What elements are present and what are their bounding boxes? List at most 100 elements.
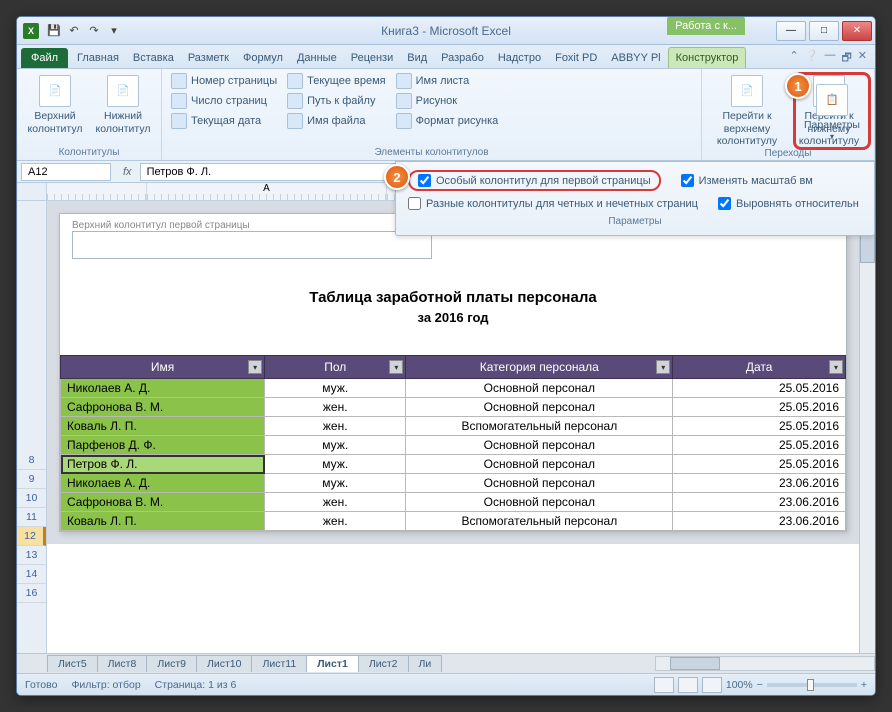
- cell-category[interactable]: Вспомогательный персонал: [406, 512, 673, 531]
- name-box[interactable]: A12: [21, 163, 111, 181]
- row-number[interactable]: 16: [17, 584, 46, 603]
- cell-sex[interactable]: жен.: [265, 512, 406, 531]
- tab-data[interactable]: Данные: [290, 48, 344, 68]
- tab-insert[interactable]: Вставка: [126, 48, 181, 68]
- tab-developer[interactable]: Разрабо: [434, 48, 491, 68]
- table-row[interactable]: Коваль Л. П.жен.Вспомогательный персонал…: [61, 417, 846, 436]
- tab-file[interactable]: Файл: [21, 48, 68, 68]
- filter-button-icon[interactable]: ▾: [829, 360, 843, 374]
- sheet-tab[interactable]: Лист10: [196, 655, 253, 672]
- table-row[interactable]: Петров Ф. Л.муж.Основной персонал25.05.2…: [61, 455, 846, 474]
- hscroll-thumb[interactable]: [670, 657, 720, 670]
- cell-name[interactable]: Николаев А. Д.: [61, 379, 265, 398]
- minimize-button[interactable]: —: [776, 21, 806, 41]
- footer-button[interactable]: 📄 Нижний колонтитул: [91, 72, 155, 147]
- sheet-tab[interactable]: Лист1: [306, 655, 359, 672]
- file-name-button[interactable]: Имя файла: [284, 112, 388, 130]
- option-align-margins[interactable]: Выровнять относительн: [718, 197, 859, 210]
- filter-button-icon[interactable]: ▾: [656, 360, 670, 374]
- cell-sex[interactable]: жен.: [265, 417, 406, 436]
- option-first-page-header[interactable]: Особый колонтитул для первой страницы: [408, 170, 661, 191]
- odd-even-checkbox[interactable]: [408, 197, 421, 210]
- cell-name[interactable]: Петров Ф. Л.: [61, 455, 265, 474]
- row-number[interactable]: 12: [17, 527, 46, 546]
- cell-date[interactable]: 23.06.2016: [673, 474, 846, 493]
- sheet-body[interactable]: A Верхний колонтитул первой страницы Таб…: [47, 183, 859, 653]
- cell-sex[interactable]: муж.: [265, 474, 406, 493]
- first-page-checkbox[interactable]: [418, 174, 431, 187]
- tab-layout[interactable]: Разметк: [181, 48, 236, 68]
- qat-dropdown-icon[interactable]: ▾: [105, 22, 123, 40]
- vertical-scrollbar[interactable]: [859, 183, 875, 653]
- tab-foxit[interactable]: Foxit PD: [548, 48, 604, 68]
- row-number[interactable]: 14: [17, 565, 46, 584]
- file-path-button[interactable]: Путь к файлу: [284, 92, 388, 110]
- cell-category[interactable]: Основной персонал: [406, 436, 673, 455]
- align-checkbox[interactable]: [718, 197, 731, 210]
- row-number[interactable]: 13: [17, 546, 46, 565]
- page-number-button[interactable]: Номер страницы: [168, 72, 280, 90]
- tab-formulas[interactable]: Формул: [236, 48, 290, 68]
- row-number[interactable]: 11: [17, 508, 46, 527]
- cell-date[interactable]: 25.05.2016: [673, 455, 846, 474]
- cell-sex[interactable]: муж.: [265, 379, 406, 398]
- row-number[interactable]: 10: [17, 489, 46, 508]
- cell-sex[interactable]: муж.: [265, 455, 406, 474]
- sheet-tab[interactable]: Ли: [408, 655, 443, 672]
- sheet-tab[interactable]: Лист2: [358, 655, 409, 672]
- cell-date[interactable]: 25.05.2016: [673, 417, 846, 436]
- view-layout-button[interactable]: [678, 677, 698, 693]
- maximize-button[interactable]: □: [809, 21, 839, 41]
- sheet-tab[interactable]: Лист11: [251, 655, 307, 672]
- cell-date[interactable]: 25.05.2016: [673, 379, 846, 398]
- qat-save-icon[interactable]: 💾: [45, 22, 63, 40]
- column-header[interactable]: Дата▾: [673, 356, 846, 379]
- tab-review[interactable]: Рецензи: [344, 48, 401, 68]
- cell-date[interactable]: 25.05.2016: [673, 398, 846, 417]
- workbook-close-icon[interactable]: ✕: [858, 49, 867, 68]
- column-header[interactable]: Пол▾: [265, 356, 406, 379]
- cell-category[interactable]: Основной персонал: [406, 379, 673, 398]
- cell-category[interactable]: Вспомогательный персонал: [406, 417, 673, 436]
- table-row[interactable]: Николаев А. Д.муж.Основной персонал23.06…: [61, 474, 846, 493]
- zoom-in-button[interactable]: +: [861, 679, 867, 691]
- tab-abbyy[interactable]: ABBYY Pl: [604, 48, 667, 68]
- row-number[interactable]: 9: [17, 470, 46, 489]
- sheet-name-button[interactable]: Имя листа: [393, 72, 502, 90]
- page-count-button[interactable]: Число страниц: [168, 92, 280, 110]
- tab-home[interactable]: Главная: [70, 48, 126, 68]
- tab-design-context[interactable]: Конструктор: [668, 47, 747, 68]
- cell-date[interactable]: 25.05.2016: [673, 436, 846, 455]
- cell-sex[interactable]: жен.: [265, 493, 406, 512]
- cell-date[interactable]: 23.06.2016: [673, 493, 846, 512]
- ribbon-minimize-icon[interactable]: ⌃: [790, 49, 799, 68]
- format-picture-button[interactable]: Формат рисунка: [393, 112, 502, 130]
- qat-redo-icon[interactable]: ↷: [85, 22, 103, 40]
- header-edit-box[interactable]: [72, 231, 432, 259]
- table-row[interactable]: Сафронова В. М.жен.Основной персонал23.0…: [61, 493, 846, 512]
- filter-button-icon[interactable]: ▾: [248, 360, 262, 374]
- option-odd-even-headers[interactable]: Разные колонтитулы для четных и нечетных…: [408, 197, 698, 210]
- workbook-restore-icon[interactable]: 🗗: [841, 49, 851, 68]
- horizontal-scrollbar[interactable]: [655, 656, 875, 671]
- sheet-tab[interactable]: Лист8: [97, 655, 148, 672]
- sheet-tab[interactable]: Лист5: [47, 655, 98, 672]
- cell-sex[interactable]: жен.: [265, 398, 406, 417]
- cell-category[interactable]: Основной персонал: [406, 493, 673, 512]
- table-row[interactable]: Парфенов Д. Ф.муж.Основной персонал25.05…: [61, 436, 846, 455]
- cell-category[interactable]: Основной персонал: [406, 455, 673, 474]
- column-header[interactable]: Категория персонала▾: [406, 356, 673, 379]
- zoom-thumb[interactable]: [807, 679, 814, 691]
- current-time-button[interactable]: Текущее время: [284, 72, 388, 90]
- current-date-button[interactable]: Текущая дата: [168, 112, 280, 130]
- header-button[interactable]: 📄 Верхний колонтитул: [23, 72, 87, 147]
- table-row[interactable]: Сафронова В. М.жен.Основной персонал25.0…: [61, 398, 846, 417]
- cell-category[interactable]: Основной персонал: [406, 398, 673, 417]
- scale-checkbox[interactable]: [681, 174, 694, 187]
- cell-category[interactable]: Основной персонал: [406, 474, 673, 493]
- table-row[interactable]: Николаев А. Д.муж.Основной персонал25.05…: [61, 379, 846, 398]
- cell-name[interactable]: Сафронова В. М.: [61, 398, 265, 417]
- help-icon[interactable]: ❔: [805, 49, 819, 68]
- zoom-slider[interactable]: [767, 683, 857, 687]
- cell-name[interactable]: Коваль Л. П.: [61, 512, 265, 531]
